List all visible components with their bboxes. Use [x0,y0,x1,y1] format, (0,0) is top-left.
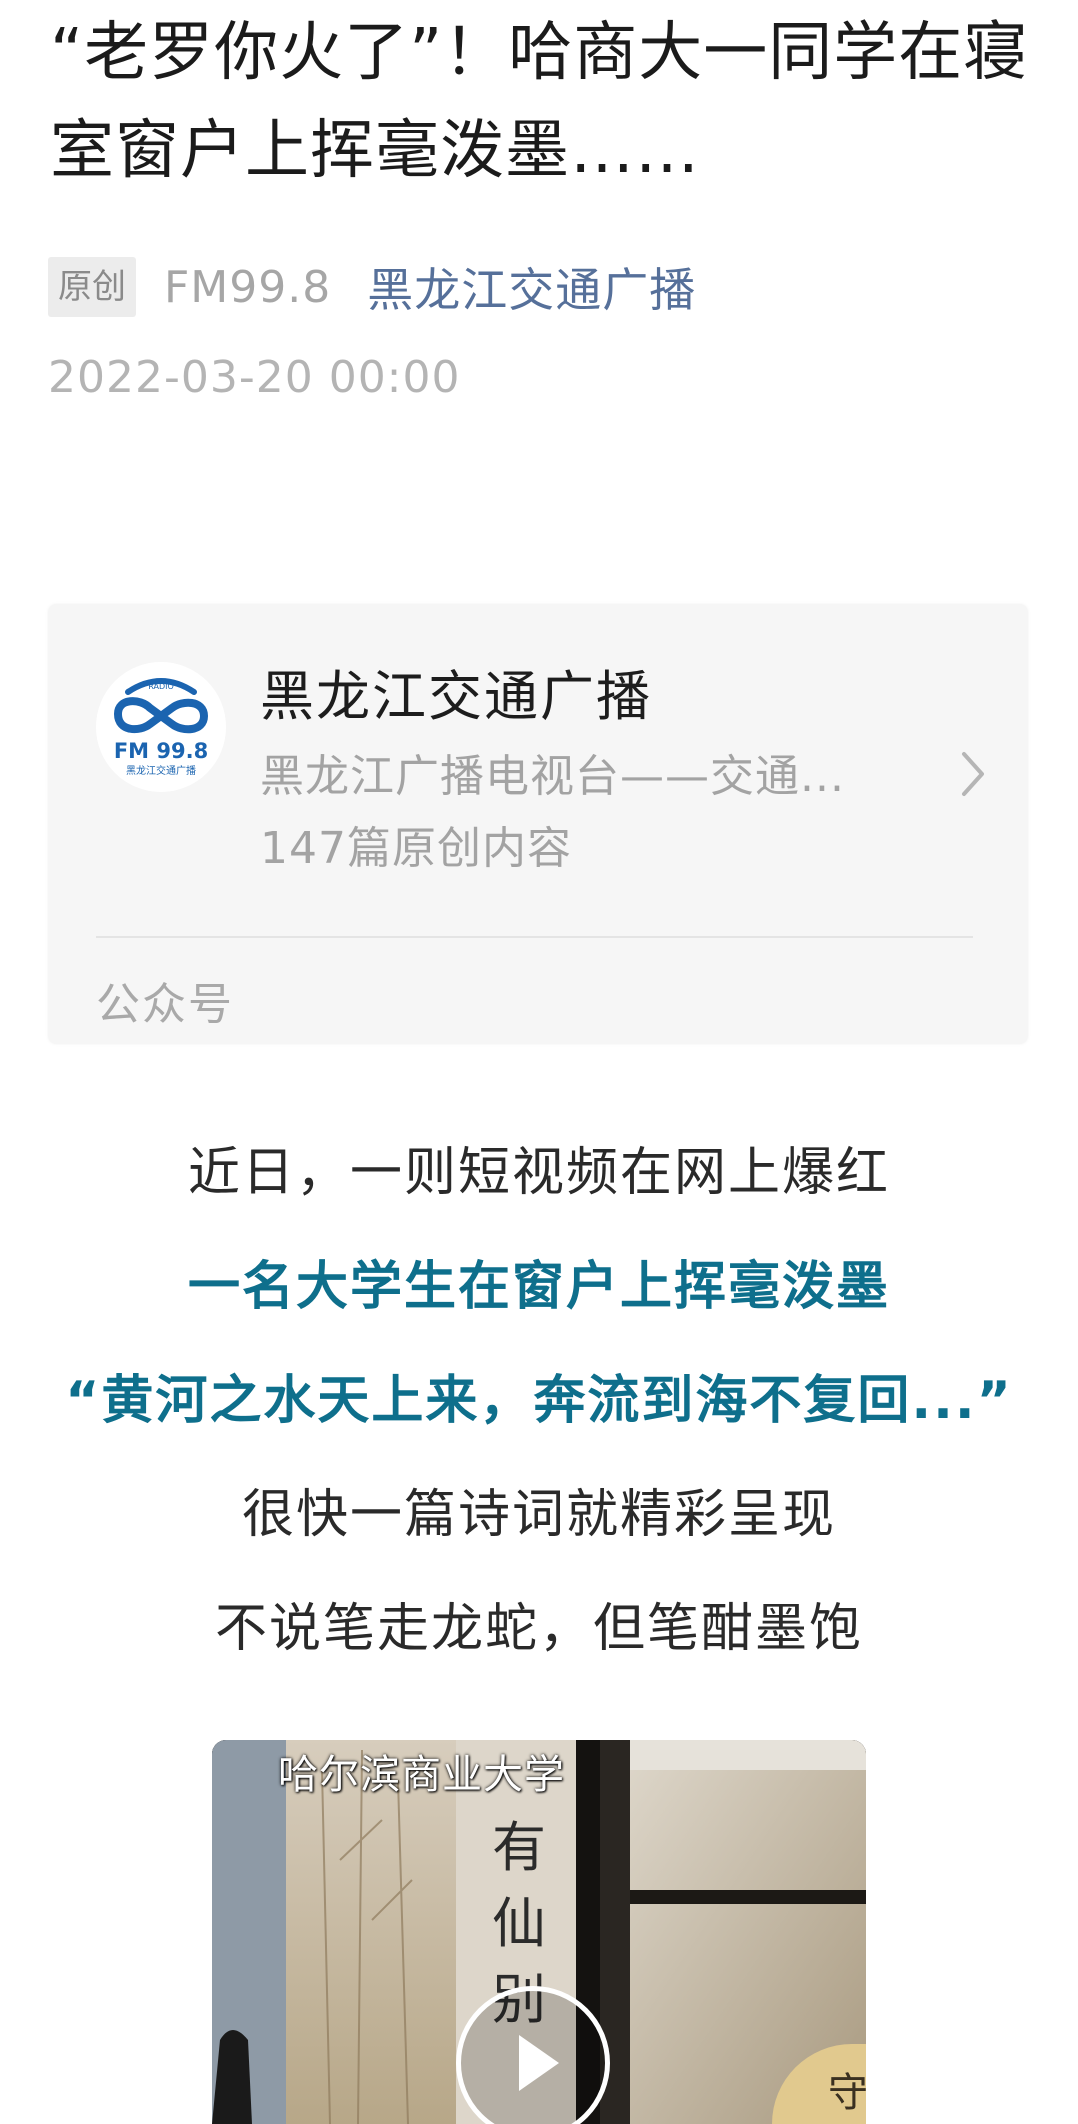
original-badge: 原创 [48,257,136,317]
body-line-poem: “黄河之水天上来，奔流到海不复回...” [65,1371,1013,1431]
account-type-label: 公众号 [96,979,234,1030]
card-divider [96,936,973,938]
body-line: 近日，一则短视频在网上爆红 [187,1143,890,1203]
body-line: 很快一篇诗词就精彩呈现 [241,1485,836,1545]
radio-logo-icon: RADIO FM 99.8 黑龙江交通广播 [96,662,226,792]
account-card[interactable]: RADIO FM 99.8 黑龙江交通广播 黑龙江交通广播 黑龙江广播电视台——… [48,604,1028,1044]
body-line-highlight: 一名大学生在窗户上挥毫泼墨 [187,1257,890,1317]
logo-station-text: FM 99.8 [114,739,208,763]
video-caption: 哈尔滨商业大学 [278,1752,565,1798]
station-label: FM99.8 [164,261,332,313]
play-icon [519,2035,559,2091]
logo-radio-text: RADIO [148,682,174,691]
video-player[interactable]: 有仙别 守 哈尔滨商业大学 [212,1740,866,2124]
window-character: 守 [828,2070,866,2116]
logo-sub-text: 黑龙江交通广播 [126,764,196,777]
article-title: “老罗你火了”！哈商大一同学在寝室窗户上挥毫泼墨…… [50,16,1029,188]
account-link[interactable]: 黑龙江交通广播 [367,254,696,320]
chevron-right-icon[interactable] [944,744,1004,804]
article-meta: 原创 FM99.8 黑龙江交通广播 [48,254,696,320]
account-article-count: 147篇原创内容 [260,823,572,874]
account-description: 黑龙江广播电视台——交通... [260,751,845,802]
account-logo: RADIO FM 99.8 黑龙江交通广播 [96,662,226,792]
publish-date: 2022-03-20 00:00 [48,352,461,403]
body-line: 不说笔走龙蛇，但笔酣墨饱 [214,1599,863,1659]
play-button[interactable] [456,1986,610,2124]
account-name: 黑龙江交通广播 [260,665,652,728]
